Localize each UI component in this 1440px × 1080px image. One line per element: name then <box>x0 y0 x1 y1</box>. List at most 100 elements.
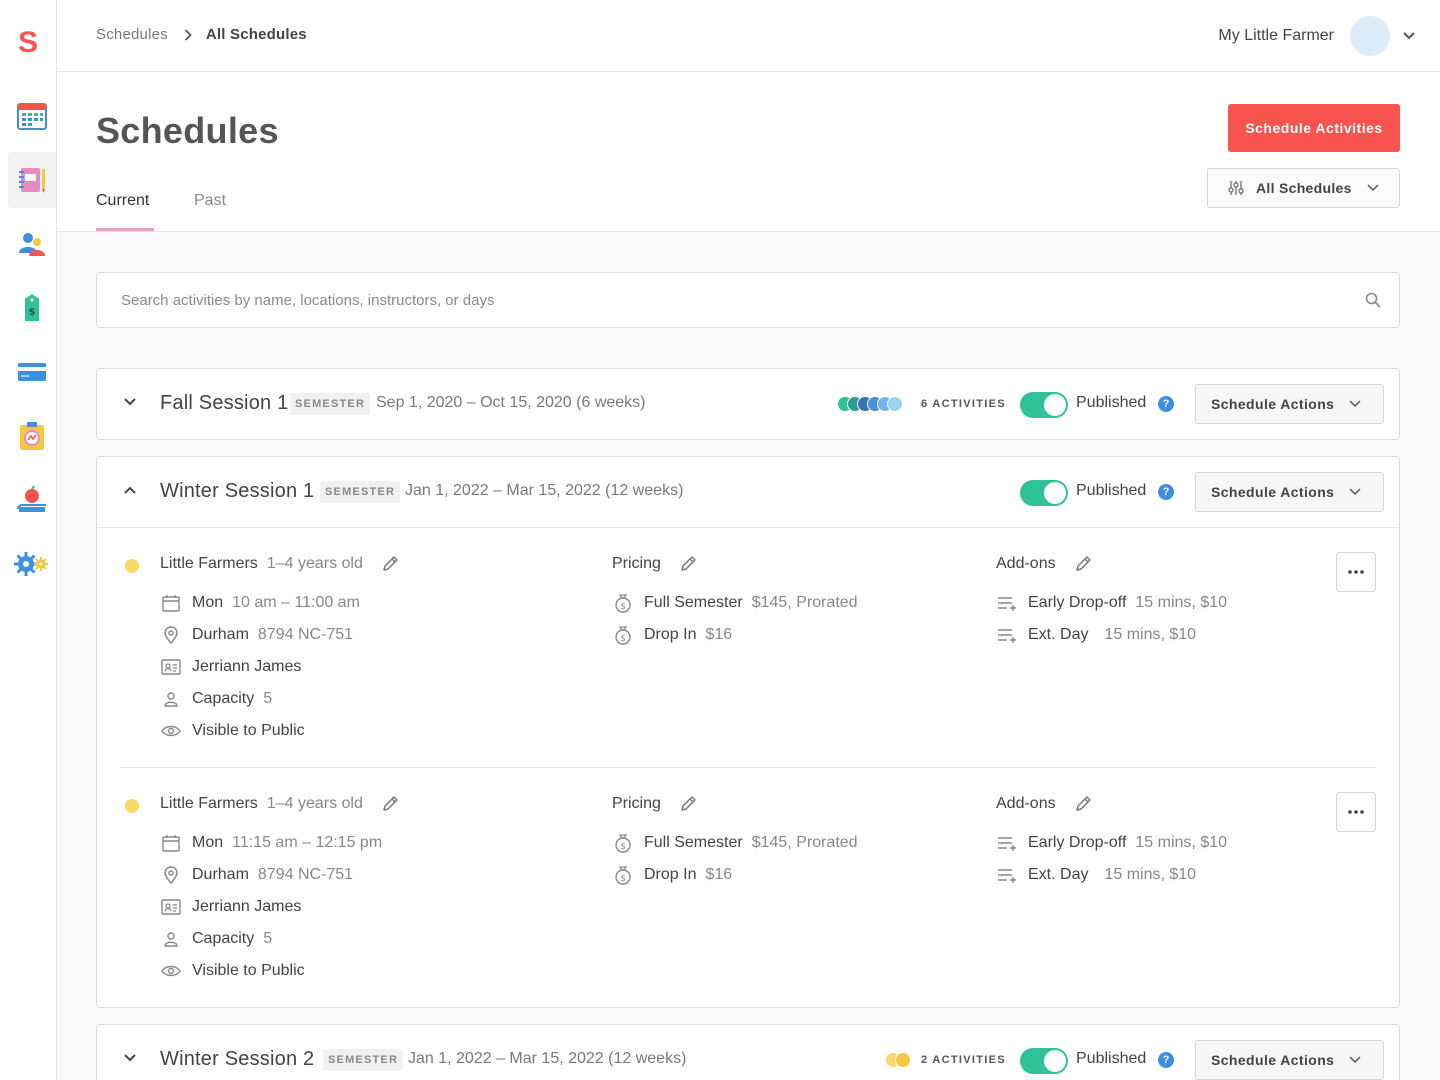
price-tag-icon: $ <box>25 294 39 321</box>
all-schedules-filter-button[interactable]: All Schedules <box>1207 168 1400 208</box>
list-add-icon <box>996 592 1018 614</box>
help-icon[interactable]: ? <box>1158 1052 1174 1068</box>
app-logo[interactable]: S <box>0 26 56 60</box>
user-name: My Little Farmer <box>1218 27 1334 44</box>
tab-past[interactable]: Past <box>194 192 226 231</box>
session-type-badge: SEMESTER <box>323 1049 404 1071</box>
sidebar-item-people[interactable] <box>8 216 56 272</box>
addons-heading: Add-ons <box>996 795 1092 813</box>
chevron-down-icon <box>1348 487 1362 497</box>
more-options-button[interactable] <box>1336 552 1376 592</box>
help-icon[interactable]: ? <box>1158 396 1174 412</box>
published-label: Published <box>1076 1050 1147 1067</box>
sidebar-item-reports[interactable] <box>8 408 56 464</box>
published-label: Published <box>1076 482 1147 499</box>
id-card-icon <box>160 656 182 678</box>
activity-age: 1–4 years old <box>266 795 363 812</box>
chevron-down-icon[interactable] <box>123 1053 137 1063</box>
ellipsis-icon <box>1348 810 1364 814</box>
activity-instructor: Jerriann James <box>160 656 301 678</box>
person-icon <box>160 688 182 710</box>
session-card-winter-session-2: Winter Session 2 SEMESTER Jan 1, 2022 – … <box>96 1024 1400 1080</box>
session-card-fall-session-1: Fall Session 1 SEMESTER Sep 1, 2020 – Oc… <box>96 368 1400 440</box>
pricing-item: $ Full Semester $145, Prorated <box>612 832 858 854</box>
sidebar-item-pricing[interactable]: $ <box>8 280 56 336</box>
session-type-badge: SEMESTER <box>290 393 371 415</box>
schedule-actions-button[interactable]: Schedule Actions <box>1195 384 1384 424</box>
calendar-icon <box>17 103 47 130</box>
chevron-up-icon[interactable] <box>123 485 137 495</box>
chevron-down-icon <box>1348 399 1362 409</box>
sidebar-item-curriculum[interactable] <box>8 472 56 528</box>
svg-text:$: $ <box>620 842 626 852</box>
schedule-activities-button[interactable]: Schedule Activities <box>1228 104 1400 152</box>
addons-heading: Add-ons <box>996 555 1092 573</box>
clipboard-chart-icon <box>20 422 44 450</box>
breadcrumb-schedules[interactable]: Schedules <box>96 26 168 43</box>
addon-item: Early Drop-off 15 mins, $10 <box>996 832 1227 854</box>
money-bag-icon: $ <box>612 864 634 886</box>
pricing-item: $ Full Semester $145, Prorated <box>612 592 858 614</box>
pricing-heading: Pricing <box>612 555 697 573</box>
activity-color-dots <box>837 396 903 412</box>
edit-pencil-icon[interactable] <box>381 555 399 573</box>
session-name: Winter Session 2 <box>160 1048 315 1070</box>
list-add-icon <box>996 624 1018 646</box>
user-menu[interactable]: My Little Farmer <box>1218 16 1416 56</box>
top-bar: Schedules All Schedules My Little Farmer <box>57 0 1440 72</box>
session-header[interactable]: Winter Session 2 SEMESTER Jan 1, 2022 – … <box>97 1025 1399 1080</box>
activity-dot <box>895 1052 911 1068</box>
activity-name: Little Farmers <box>160 795 258 812</box>
search-icon[interactable] <box>1365 292 1381 308</box>
published-toggle[interactable] <box>1020 1048 1068 1074</box>
breadcrumb-all-schedules: All Schedules <box>205 26 307 43</box>
session-header[interactable]: Fall Session 1 SEMESTER Sep 1, 2020 – Oc… <box>97 369 1399 439</box>
help-icon[interactable]: ? <box>1158 484 1174 500</box>
id-card-icon <box>160 896 182 918</box>
edit-pencil-icon[interactable] <box>381 795 399 813</box>
more-options-button[interactable] <box>1336 792 1376 832</box>
activity-title: Little Farmers 1–4 years old <box>160 795 399 813</box>
pricing-heading: Pricing <box>612 795 697 813</box>
schedule-actions-button[interactable]: Schedule Actions <box>1195 472 1384 512</box>
schedule-actions-button[interactable]: Schedule Actions <box>1195 1040 1384 1080</box>
person-icon <box>160 928 182 950</box>
sidebar-item-settings[interactable] <box>8 536 56 592</box>
activity-count: 6 ACTIVITIES <box>921 398 1006 410</box>
calendar-icon <box>160 832 182 854</box>
tab-current[interactable]: Current <box>96 192 154 231</box>
chevron-down-icon <box>1402 31 1416 41</box>
session-header[interactable]: Winter Session 1 SEMESTER Jan 1, 2022 – … <box>97 457 1399 527</box>
list-add-icon <box>996 864 1018 886</box>
page-header: Schedules Current Past Schedule Activiti… <box>57 72 1440 232</box>
credit-card-icon <box>18 363 46 381</box>
edit-pencil-icon[interactable] <box>679 555 697 573</box>
sidebar-item-payments[interactable] <box>8 344 56 400</box>
activity-visibility: Visible to Public <box>160 960 305 982</box>
edit-pencil-icon[interactable] <box>679 795 697 813</box>
money-bag-icon: $ <box>612 832 634 854</box>
chevron-down-icon[interactable] <box>123 397 137 407</box>
edit-pencil-icon[interactable] <box>1074 555 1092 573</box>
money-bag-icon: $ <box>612 592 634 614</box>
activity-location: Durham 8794 NC-751 <box>160 624 353 646</box>
sidebar-item-calendar[interactable] <box>8 88 56 144</box>
addon-item: Early Drop-off 15 mins, $10 <box>996 592 1227 614</box>
search-input[interactable] <box>97 273 1399 327</box>
filter-label: All Schedules <box>1256 180 1352 196</box>
gears-icon <box>14 552 48 576</box>
edit-pencil-icon[interactable] <box>1074 795 1092 813</box>
activity-color-dots <box>885 1052 911 1068</box>
list-add-icon <box>996 832 1018 854</box>
activity-instructor: Jerriann James <box>160 896 301 918</box>
activity-name: Little Farmers <box>160 555 258 572</box>
addon-item: Ext. Day 15 mins, $10 <box>996 624 1196 646</box>
chevron-down-icon <box>1348 1055 1362 1065</box>
published-toggle[interactable] <box>1020 392 1068 418</box>
published-toggle[interactable] <box>1020 480 1068 506</box>
published-label: Published <box>1076 394 1147 411</box>
sidebar-item-schedules[interactable] <box>8 152 56 208</box>
activity-visibility: Visible to Public <box>160 720 305 742</box>
activity-capacity: Capacity 5 <box>160 688 272 710</box>
avatar <box>1350 16 1390 56</box>
